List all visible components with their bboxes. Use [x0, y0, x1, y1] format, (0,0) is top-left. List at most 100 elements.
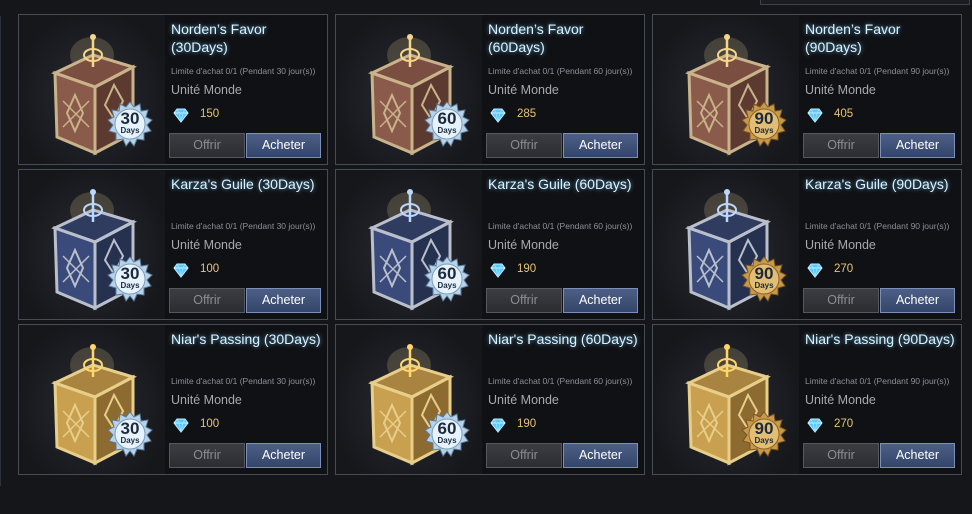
days-badge-number: 30	[120, 419, 140, 438]
purchase-limit-text: Limite d'achat 0/1 (Pendant 60 jour(s))	[488, 66, 633, 76]
item-title: Karza's Guile (30Days)	[171, 176, 315, 192]
offer-button[interactable]: Offrir	[803, 288, 879, 313]
days-badge-unit: Days	[754, 126, 774, 135]
offer-button[interactable]: Offrir	[169, 443, 245, 468]
item-info-panel: Karza's Guile (90Days) Limite d'achat 0/…	[799, 170, 961, 319]
item-thumbnail[interactable]: 30 Days	[19, 325, 165, 474]
price-value: 405	[834, 108, 854, 120]
item-info-panel: Niar's Passing (90Days) Limite d'achat 0…	[799, 325, 961, 474]
price-value: 270	[834, 263, 854, 275]
offer-button[interactable]: Offrir	[803, 443, 879, 468]
price-value: 285	[517, 108, 537, 120]
days-badge-unit: Days	[437, 126, 457, 135]
offer-button[interactable]: Offrir	[486, 133, 562, 158]
item-thumbnail[interactable]: 60 Days	[336, 170, 482, 319]
days-badge-number: 30	[120, 264, 140, 283]
item-info-panel: Norden’s Favor (90Days) Limite d'achat 0…	[799, 15, 961, 164]
server-scope-text: Unité Monde	[171, 83, 242, 97]
price-value: 190	[517, 263, 537, 275]
shop-item-card: 60 Days Niar's Passing (60Days) Limite d…	[335, 324, 645, 475]
purchase-limit-text: Limite d'achat 0/1 (Pendant 60 jour(s))	[488, 376, 633, 386]
crystal-icon	[807, 263, 823, 278]
price-value: 100	[200, 263, 220, 275]
item-info-panel: Karza's Guile (30Days) Limite d'achat 0/…	[165, 170, 327, 319]
server-scope-text: Unité Monde	[805, 393, 876, 407]
item-title: Norden’s Favor (90Days)	[805, 21, 901, 55]
buy-button[interactable]: Acheter	[246, 133, 321, 158]
item-thumbnail[interactable]: 90 Days	[653, 170, 799, 319]
buy-button[interactable]: Acheter	[563, 288, 638, 313]
days-badge-number: 30	[120, 109, 140, 128]
item-info-panel: Norden’s Favor (30Days) Limite d'achat 0…	[165, 15, 327, 164]
item-info-panel: Niar's Passing (60Days) Limite d'achat 0…	[482, 325, 644, 474]
item-thumbnail[interactable]: 30 Days	[19, 170, 165, 319]
days-badge-number: 60	[437, 419, 457, 438]
item-thumbnail[interactable]: 90 Days	[653, 325, 799, 474]
top-panel-edge	[760, 0, 970, 5]
shop-item-card: 90 Days Niar's Passing (90Days) Limite d…	[652, 324, 962, 475]
purchase-limit-text: Limite d'achat 0/1 (Pendant 90 jour(s))	[805, 376, 950, 386]
shop-item-card: 30 Days Niar's Passing (30Days) Limite d…	[18, 324, 328, 475]
server-scope-text: Unité Monde	[488, 238, 559, 252]
purchase-limit-text: Limite d'achat 0/1 (Pendant 30 jour(s))	[171, 66, 316, 76]
item-title: Karza's Guile (60Days)	[488, 176, 632, 192]
days-badge-number: 90	[754, 109, 774, 128]
buy-button[interactable]: Acheter	[880, 443, 955, 468]
server-scope-text: Unité Monde	[488, 393, 559, 407]
item-title: Niar's Passing (60Days)	[488, 331, 638, 347]
days-badge-unit: Days	[120, 281, 140, 290]
days-badge-unit: Days	[120, 126, 140, 135]
price-value: 100	[200, 418, 220, 430]
offer-button[interactable]: Offrir	[169, 288, 245, 313]
shop-item-card: 90 Days Norden’s Favor (90Days) Limite d…	[652, 14, 962, 165]
purchase-limit-text: Limite d'achat 0/1 (Pendant 60 jour(s))	[488, 221, 633, 231]
price-value: 190	[517, 418, 537, 430]
item-title: Norden’s Favor (60Days)	[488, 21, 584, 55]
buy-button[interactable]: Acheter	[246, 443, 321, 468]
item-title: Norden’s Favor (30Days)	[171, 21, 267, 55]
item-thumbnail[interactable]: 60 Days	[336, 15, 482, 164]
crystal-icon	[173, 263, 189, 278]
item-info-panel: Norden’s Favor (60Days) Limite d'achat 0…	[482, 15, 644, 164]
item-info-panel: Karza's Guile (60Days) Limite d'achat 0/…	[482, 170, 644, 319]
buy-button[interactable]: Acheter	[563, 133, 638, 158]
purchase-limit-text: Limite d'achat 0/1 (Pendant 90 jour(s))	[805, 221, 950, 231]
buy-button[interactable]: Acheter	[880, 288, 955, 313]
item-thumbnail[interactable]: 30 Days	[19, 15, 165, 164]
offer-button[interactable]: Offrir	[486, 443, 562, 468]
crystal-icon	[807, 108, 823, 123]
crystal-icon	[490, 108, 506, 123]
left-scroll-edge	[0, 16, 4, 486]
offer-button[interactable]: Offrir	[169, 133, 245, 158]
item-info-panel: Niar's Passing (30Days) Limite d'achat 0…	[165, 325, 327, 474]
days-badge-number: 90	[754, 264, 774, 283]
crystal-icon	[807, 418, 823, 433]
item-thumbnail[interactable]: 90 Days	[653, 15, 799, 164]
purchase-limit-text: Limite d'achat 0/1 (Pendant 90 jour(s))	[805, 66, 950, 76]
server-scope-text: Unité Monde	[171, 393, 242, 407]
days-badge-unit: Days	[437, 281, 457, 290]
days-badge-unit: Days	[754, 281, 774, 290]
server-scope-text: Unité Monde	[171, 238, 242, 252]
offer-button[interactable]: Offrir	[486, 288, 562, 313]
item-title: Karza's Guile (90Days)	[805, 176, 949, 192]
item-title: Niar's Passing (90Days)	[805, 331, 955, 347]
server-scope-text: Unité Monde	[805, 238, 876, 252]
shop-item-card: 60 Days Karza's Guile (60Days) Limite d'…	[335, 169, 645, 320]
item-thumbnail[interactable]: 60 Days	[336, 325, 482, 474]
buy-button[interactable]: Acheter	[880, 133, 955, 158]
shop-item-card: 30 Days Norden’s Favor (30Days) Limite d…	[18, 14, 328, 165]
purchase-limit-text: Limite d'achat 0/1 (Pendant 30 jour(s))	[171, 376, 316, 386]
buy-button[interactable]: Acheter	[563, 443, 638, 468]
days-badge-number: 60	[437, 264, 457, 283]
offer-button[interactable]: Offrir	[803, 133, 879, 158]
crystal-icon	[173, 108, 189, 123]
price-value: 270	[834, 418, 854, 430]
shop-item-card: 60 Days Norden’s Favor (60Days) Limite d…	[335, 14, 645, 165]
server-scope-text: Unité Monde	[805, 83, 876, 97]
days-badge-unit: Days	[120, 436, 140, 445]
days-badge-number: 90	[754, 419, 774, 438]
buy-button[interactable]: Acheter	[246, 288, 321, 313]
purchase-limit-text: Limite d'achat 0/1 (Pendant 30 jour(s))	[171, 221, 316, 231]
shop-item-card: 30 Days Karza's Guile (30Days) Limite d'…	[18, 169, 328, 320]
